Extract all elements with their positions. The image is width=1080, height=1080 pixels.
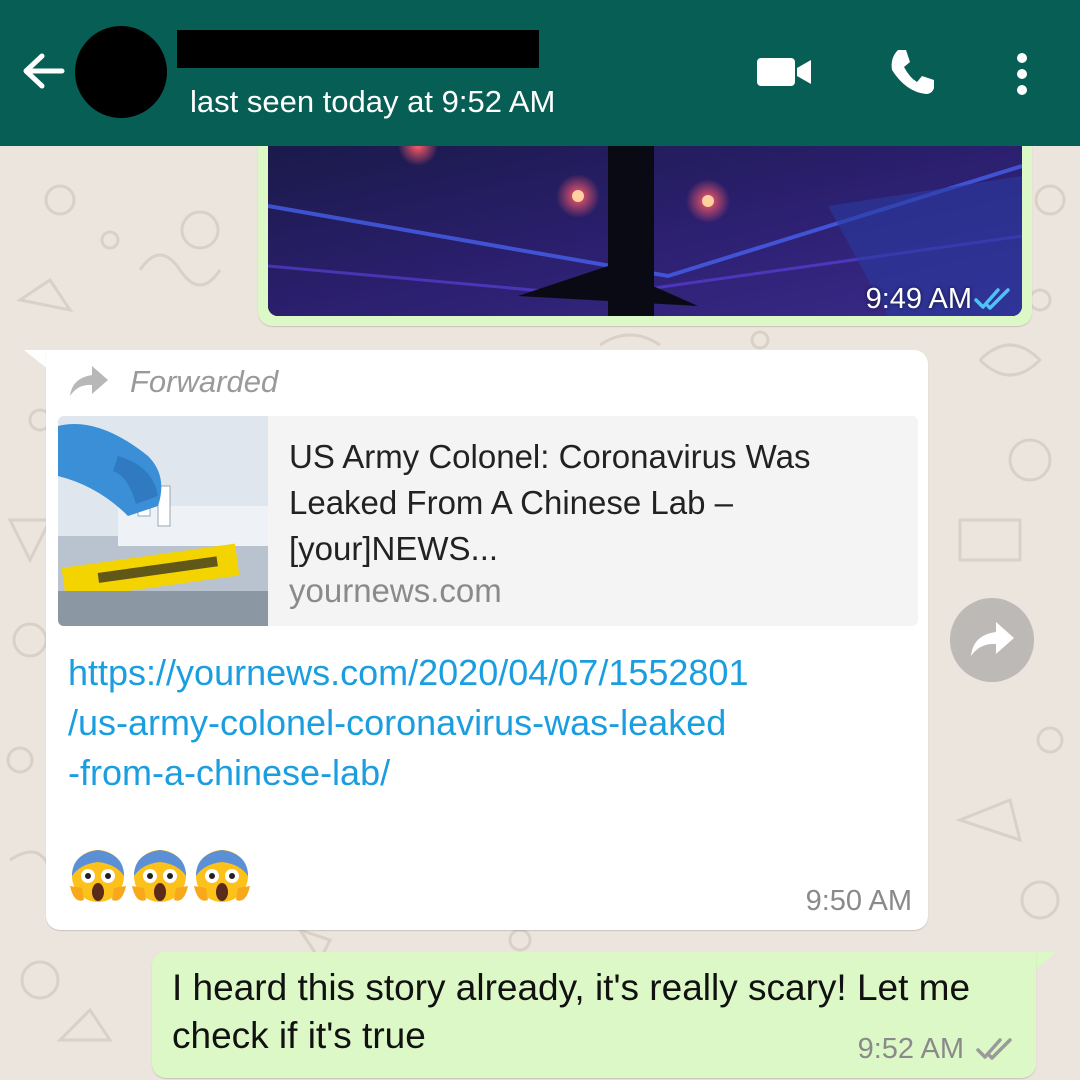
screaming-face-emoji-icon — [70, 850, 126, 902]
read-receipt-icon — [974, 288, 1010, 310]
avatar[interactable] — [75, 26, 167, 118]
last-seen-status: last seen today at 9:52 AM — [190, 84, 556, 119]
forward-message-button[interactable] — [950, 598, 1034, 682]
screaming-face-emoji-icon — [194, 850, 250, 902]
forwarded-message-bubble[interactable]: Forwarded US Army Colonel: Coronavirus W… — [46, 350, 928, 930]
message-time: 9:49 AM — [865, 283, 972, 315]
link-preview-title: US Army Colonel: Coronavirus Was Leaked … — [289, 438, 811, 567]
share-arrow-icon — [971, 622, 1014, 656]
image-message-bubble[interactable]: 9:49 AM — [258, 146, 1032, 326]
arrow-left-icon[interactable] — [20, 48, 66, 94]
screaming-face-emoji-icon — [132, 850, 188, 902]
message-link[interactable]: https://yournews.com/2020/04/07/1552801/… — [68, 648, 918, 798]
delivered-receipt-icon — [976, 1038, 1012, 1060]
video-camera-icon[interactable] — [755, 52, 813, 92]
contact-name-redaction[interactable] — [177, 30, 539, 68]
reply-message-bubble[interactable]: I heard this story already, it's really … — [152, 952, 1036, 1078]
more-vertical-icon[interactable] — [1008, 50, 1036, 98]
message-time: 9:50 AM — [805, 885, 912, 917]
forwarded-label: Forwarded — [130, 364, 279, 399]
phone-icon[interactable] — [886, 46, 938, 98]
emoji-row — [66, 846, 252, 916]
link-preview-domain: yournews.com — [289, 572, 502, 609]
message-time: 9:52 AM — [857, 1033, 964, 1065]
link-preview-card[interactable]: US Army Colonel: Coronavirus Was Leaked … — [58, 416, 918, 626]
forward-arrow-icon — [70, 366, 108, 396]
link-preview-thumbnail[interactable] — [58, 416, 268, 626]
chat-header: last seen today at 9:52 AM — [0, 0, 1080, 146]
